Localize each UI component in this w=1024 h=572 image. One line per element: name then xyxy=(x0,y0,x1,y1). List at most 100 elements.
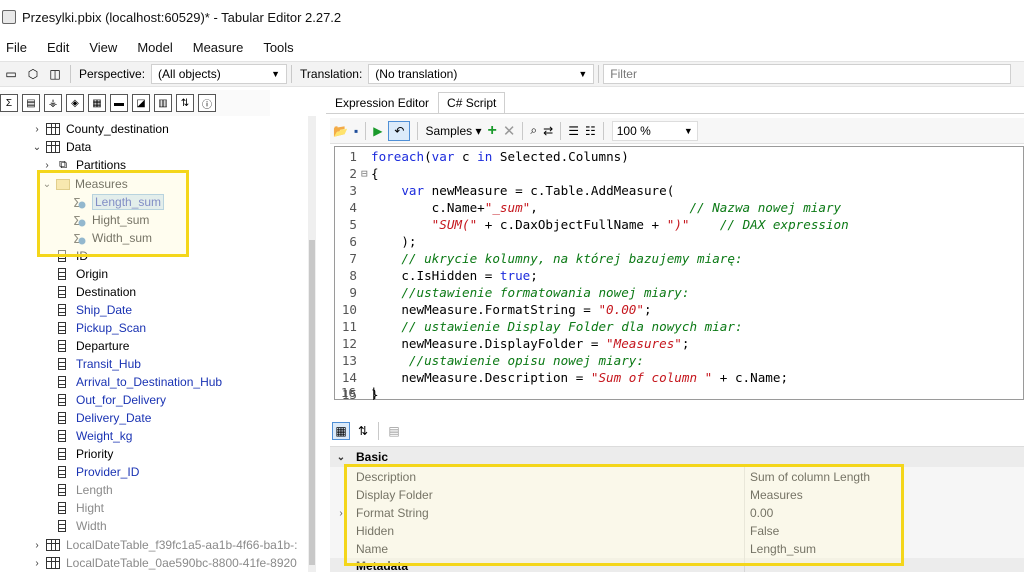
property-row-format-string[interactable]: › Format String 0.00 xyxy=(330,504,1024,522)
table-icon xyxy=(46,539,60,551)
code-line: 10 newMeasure.FormatString = "0.00"; xyxy=(341,302,652,317)
show-calendar-icon[interactable]: ▦ xyxy=(88,94,106,112)
categorized-icon[interactable]: ▦ xyxy=(332,422,350,440)
info-icon[interactable]: ⓘ xyxy=(198,94,216,112)
tree-item-column[interactable]: Destination xyxy=(58,283,136,301)
deploy-icon[interactable]: ⬡ xyxy=(24,65,42,83)
property-value[interactable]: Length_sum xyxy=(748,542,1024,556)
add-icon[interactable]: + xyxy=(488,121,497,141)
show-hidden-icon[interactable]: ▬ xyxy=(110,94,128,112)
zoom-value: 100 % xyxy=(616,123,651,138)
tree-item-column[interactable]: Departure xyxy=(58,337,129,355)
show-measures-icon[interactable]: Σ xyxy=(0,94,18,112)
tree-item-localdatetable[interactable]: › LocalDateTable_0ae590bc-8800-41fe-8920 xyxy=(32,554,297,572)
code-line: 3 var newMeasure = c.Table.AddMeasure( xyxy=(349,183,675,198)
show-display-folders-icon[interactable]: ◪ xyxy=(132,94,150,112)
uncomment-icon[interactable]: ☷ xyxy=(585,121,596,141)
tree-item-measures-folder[interactable]: ⌄ Measures xyxy=(42,175,128,193)
menu-file[interactable]: File xyxy=(0,40,35,55)
tree-item-column[interactable]: Arrival_to_Destination_Hub xyxy=(58,373,222,391)
chevron-right-icon[interactable]: › xyxy=(42,160,52,171)
filter-input[interactable]: Filter xyxy=(603,64,1012,84)
tree-item-localdatetable[interactable]: › LocalDateTable_f39fc1a5-aa1b-4f66-ba1b… xyxy=(32,536,297,554)
tree-item-column[interactable]: Priority xyxy=(58,445,113,463)
tree-item-column[interactable]: Length xyxy=(58,481,113,499)
property-row-description[interactable]: Description Sum of column Length xyxy=(330,468,1024,486)
model-icon[interactable]: ◫ xyxy=(46,65,64,83)
chevron-right-icon[interactable]: › xyxy=(32,540,42,551)
property-value[interactable]: Measures xyxy=(748,488,1024,502)
find-icon[interactable]: ⌕ xyxy=(530,121,537,141)
chevron-down-icon[interactable]: ⌄ xyxy=(32,142,42,153)
delete-icon[interactable]: ✕ xyxy=(503,121,516,141)
sort-icon[interactable]: ⇅ xyxy=(176,94,194,112)
tree-item-column[interactable]: Provider_ID xyxy=(58,463,139,481)
code-editor[interactable]: 1 foreach(var c in Selected.Columns) 2 ⊟{… xyxy=(334,146,1024,400)
perspective-select[interactable]: (All objects) ▼ xyxy=(151,64,288,84)
tree-item-label: Weight_kg xyxy=(76,429,133,443)
menu-tools[interactable]: Tools xyxy=(257,40,301,55)
property-row-display-folder[interactable]: Display Folder Measures xyxy=(330,486,1024,504)
open-script-icon[interactable]: 📂 xyxy=(333,121,348,141)
show-columns-icon[interactable]: ▤ xyxy=(22,94,40,112)
property-row-name[interactable]: Name Length_sum xyxy=(330,540,1024,558)
columns-icon[interactable]: ▥ xyxy=(154,94,172,112)
tree-item-column[interactable]: Ship_Date xyxy=(58,301,132,319)
tree-item-column[interactable]: Hight xyxy=(58,499,104,517)
show-partitions-icon[interactable]: ◈ xyxy=(66,94,84,112)
property-pages-icon[interactable]: ▤ xyxy=(385,422,403,440)
menu-view[interactable]: View xyxy=(83,40,125,55)
property-value[interactable]: Sum of column Length xyxy=(748,470,1024,484)
code-line: 12 newMeasure.DisplayFolder = "Measures"… xyxy=(341,336,690,351)
menu-model[interactable]: Model xyxy=(131,40,180,55)
menu-measure[interactable]: Measure xyxy=(187,40,252,55)
code-line: 13 //ustawienie opisu nowej miary: xyxy=(341,353,644,368)
category-basic[interactable]: ⌄ Basic xyxy=(330,447,1024,467)
tree-item-column[interactable]: Weight_kg xyxy=(58,427,132,445)
tree-item-hight-sum[interactable]: Σ Hight_sum xyxy=(72,211,149,229)
tree-item-column[interactable]: ID xyxy=(58,247,88,265)
replace-icon[interactable]: ⇄ xyxy=(543,121,553,141)
tab-csharp-script[interactable]: C# Script xyxy=(438,92,506,114)
chevron-down-icon[interactable]: ⌄ xyxy=(42,179,52,190)
menu-edit[interactable]: Edit xyxy=(41,40,77,55)
tree-item-label: Pickup_Scan xyxy=(76,321,147,335)
property-value[interactable]: False xyxy=(748,524,1024,538)
property-row-hidden[interactable]: Hidden False xyxy=(330,522,1024,540)
tree-item-column[interactable]: Origin xyxy=(58,265,108,283)
tree-item-column[interactable]: Delivery_Date xyxy=(58,409,151,427)
property-name: Hidden xyxy=(356,524,395,538)
undo-icon[interactable]: ↶ xyxy=(388,120,411,141)
chevron-right-icon[interactable]: › xyxy=(330,508,352,519)
property-value[interactable]: 0.00 xyxy=(748,506,1024,520)
tree-item-column[interactable]: Pickup_Scan xyxy=(58,319,146,337)
tree-item-length-sum[interactable]: Σ Length_sum xyxy=(72,193,165,211)
tree-scrollbar-thumb[interactable] xyxy=(309,240,315,565)
translation-select[interactable]: (No translation) ▼ xyxy=(368,64,595,84)
category-metadata[interactable]: Metadata xyxy=(330,558,1024,572)
run-icon[interactable]: ▶ xyxy=(373,121,382,141)
tree-item-label: Ship_Date xyxy=(76,303,133,317)
tree-item-label: Partitions xyxy=(76,158,127,172)
tree-item-column[interactable]: Transit_Hub xyxy=(58,355,141,373)
tree-item-column[interactable]: Width xyxy=(58,517,107,535)
tree-item-column[interactable]: Out_for_Delivery xyxy=(58,391,166,409)
column-icon xyxy=(58,502,66,514)
alphabetical-icon[interactable]: ⇅ xyxy=(354,422,372,440)
zoom-select[interactable]: 100 % ▼ xyxy=(611,120,698,141)
chevron-right-icon[interactable]: › xyxy=(32,124,42,135)
property-name: Display Folder xyxy=(356,488,433,502)
tree-item-width-sum[interactable]: Σ Width_sum xyxy=(72,229,152,247)
samples-dropdown[interactable]: Samples ▾ xyxy=(425,121,481,141)
tab-expression-editor[interactable]: Expression Editor xyxy=(326,92,438,114)
tree-item-partitions[interactable]: › ⧉ Partitions xyxy=(42,156,126,174)
comment-icon[interactable]: ☰ xyxy=(568,121,579,141)
tree-item-data[interactable]: ⌄ Data xyxy=(32,138,92,156)
chevron-down-icon[interactable]: ⌄ xyxy=(336,452,346,463)
toolbar-separator xyxy=(560,121,562,140)
tree-item-county-destination[interactable]: › County_destination xyxy=(32,120,168,138)
show-hierarchies-icon[interactable]: ⚶ xyxy=(44,94,62,112)
open-icon[interactable]: ▭ xyxy=(2,65,20,83)
save-script-icon[interactable]: ▪ xyxy=(354,121,358,141)
chevron-right-icon[interactable]: › xyxy=(32,558,42,569)
